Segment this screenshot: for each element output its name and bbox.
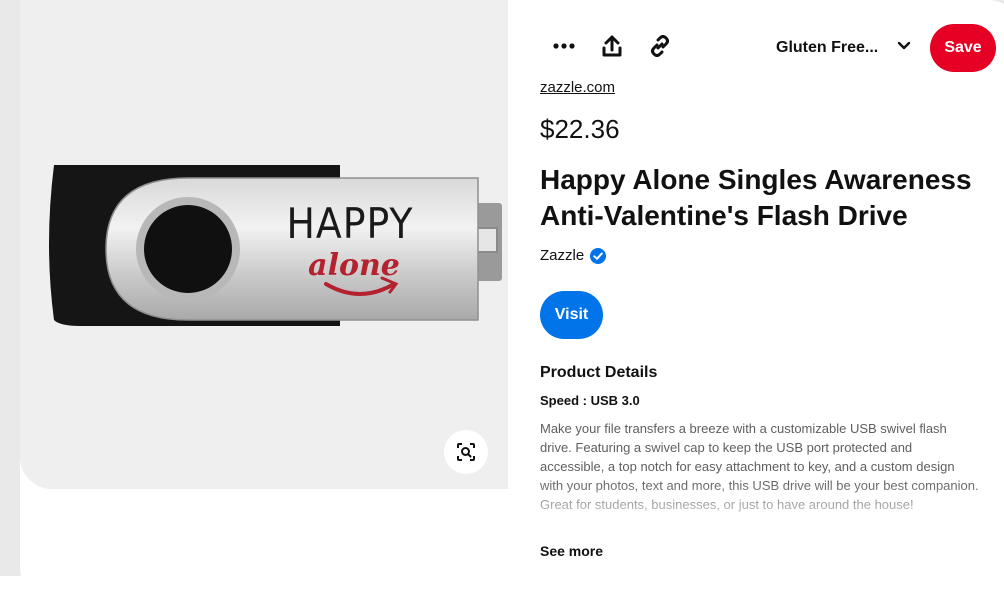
share-icon — [602, 35, 622, 57]
source-link[interactable]: zazzle.com — [540, 79, 615, 96]
visual-search-icon — [457, 443, 475, 461]
copy-link-button[interactable] — [644, 30, 676, 62]
verified-check-icon — [590, 247, 607, 264]
save-button[interactable]: Save — [930, 24, 996, 72]
product-image[interactable]: HAPPY alone — [20, 0, 508, 489]
visual-search-button[interactable] — [444, 430, 488, 474]
product-details-heading: Product Details — [540, 364, 658, 381]
speed-spec: Speed : USB 3.0 — [540, 393, 640, 408]
product-text-alone: alone — [308, 248, 400, 283]
merchant[interactable]: Zazzle — [540, 247, 607, 264]
flash-drive-image: HAPPY alone — [49, 165, 502, 326]
product-text-happy: HAPPY — [287, 199, 414, 248]
link-icon — [651, 35, 669, 57]
pin-title: Happy Alone Singles Awareness Anti-Valen… — [540, 164, 972, 231]
more-options-button[interactable] — [548, 30, 580, 62]
see-more-button[interactable]: See more — [540, 543, 603, 559]
more-horizontal-icon — [553, 43, 575, 49]
chevron-down-icon — [897, 41, 911, 50]
visit-button[interactable]: Visit — [540, 291, 603, 339]
product-price: $22.36 — [540, 114, 620, 144]
product-description: Make your file transfers a breeze with a… — [540, 421, 979, 512]
share-button[interactable] — [596, 30, 628, 62]
board-selector-label: Gluten Free... — [776, 39, 879, 56]
merchant-name: Zazzle — [540, 247, 585, 264]
board-selector[interactable]: Gluten Free... — [764, 30, 924, 66]
